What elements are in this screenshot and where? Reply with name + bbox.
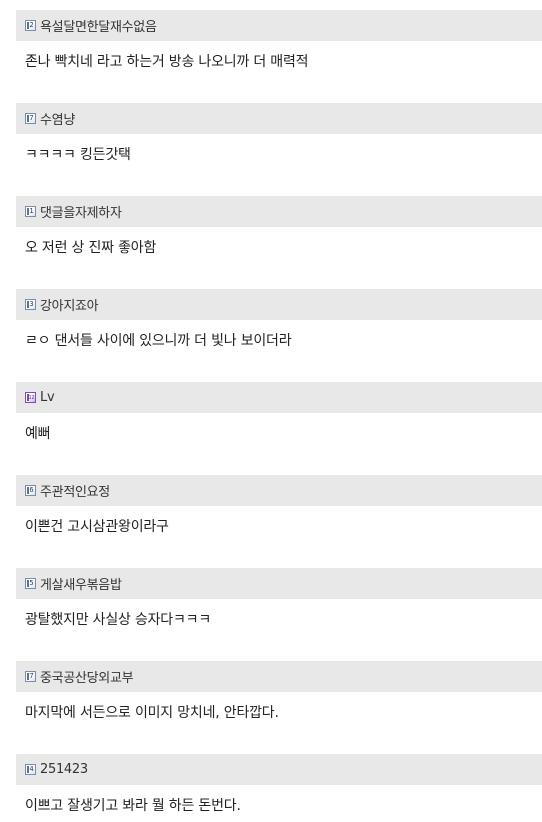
comment-nickname[interactable]: 댓글을자제하자 bbox=[40, 202, 122, 221]
comment-header: 4 251423 bbox=[16, 754, 542, 785]
comment-text: 오 저런 상 진짜 좋아함 bbox=[25, 240, 157, 256]
level-icon: 5 bbox=[25, 578, 36, 589]
level-number: 5 bbox=[29, 579, 34, 587]
comment-header: 5 게살새우볶음밥 bbox=[16, 568, 542, 599]
level-icon: 7 bbox=[25, 671, 36, 682]
level-icon: 6 bbox=[25, 485, 36, 496]
comment-text: 마지막에 서든으로 이미지 망치네, 안타깝다. bbox=[25, 705, 279, 721]
comment-text: ㄹㅇ 댄서들 사이에 있으니까 더 빛나 보이더라 bbox=[25, 333, 292, 349]
level-icon: 12 bbox=[25, 392, 36, 403]
level-icon: 3 bbox=[25, 299, 36, 310]
level-number: 7 bbox=[29, 672, 34, 680]
comment-header: 12 Lv bbox=[16, 382, 542, 413]
comment-text: 이쁘고 잘생기고 봐라 뭘 하든 돈번다. bbox=[25, 798, 241, 814]
level-icon: 4 bbox=[25, 764, 36, 775]
comment-header: 7 중국공산당외교부 bbox=[16, 661, 542, 692]
comment-text: ㅋㅋㅋㅋ 킹든갓택 bbox=[25, 147, 131, 163]
level-icon: 2 bbox=[25, 20, 36, 31]
comment-nickname[interactable]: 게살새우볶음밥 bbox=[40, 574, 122, 593]
comment-header: 1 댓글을자제하자 bbox=[16, 196, 542, 227]
level-number: 1 bbox=[29, 207, 34, 215]
level-number: 6 bbox=[29, 486, 34, 494]
comment-header: 2 욕설달면한달재수없음 bbox=[16, 10, 542, 41]
comment-nickname[interactable]: 수염냥 bbox=[40, 109, 75, 128]
comment-text: 이쁜건 고시삼관왕이라구 bbox=[25, 519, 169, 535]
comment-nickname[interactable]: 251423 bbox=[40, 762, 88, 777]
level-icon: 7 bbox=[25, 113, 36, 124]
level-number: 3 bbox=[29, 300, 34, 308]
comment-nickname[interactable]: Lv bbox=[40, 390, 55, 405]
comment-text: 광탈했지만 사실상 승자다ㅋㅋㅋ bbox=[25, 612, 212, 628]
comment-header: 7 수염냥 bbox=[16, 103, 542, 134]
comment-nickname[interactable]: 주관적인요정 bbox=[40, 481, 110, 500]
comment-header: 6 주관적인요정 bbox=[16, 475, 542, 506]
level-number: 7 bbox=[29, 114, 34, 122]
comment-text: 존나 빡치네 라고 하는거 방송 나오니까 더 매력적 bbox=[25, 54, 309, 70]
level-number: 2 bbox=[29, 21, 34, 29]
comment-text: 예뻐 bbox=[25, 426, 51, 442]
comment-nickname[interactable]: 중국공산당외교부 bbox=[40, 667, 134, 686]
level-icon: 1 bbox=[25, 206, 36, 217]
level-number: 4 bbox=[29, 765, 34, 773]
level-number: 12 bbox=[28, 395, 35, 401]
comment-nickname[interactable]: 욕설달면한달재수없음 bbox=[40, 16, 157, 35]
comment-header: 3 강아지죠아 bbox=[16, 289, 542, 320]
comment-nickname[interactable]: 강아지죠아 bbox=[40, 295, 99, 314]
